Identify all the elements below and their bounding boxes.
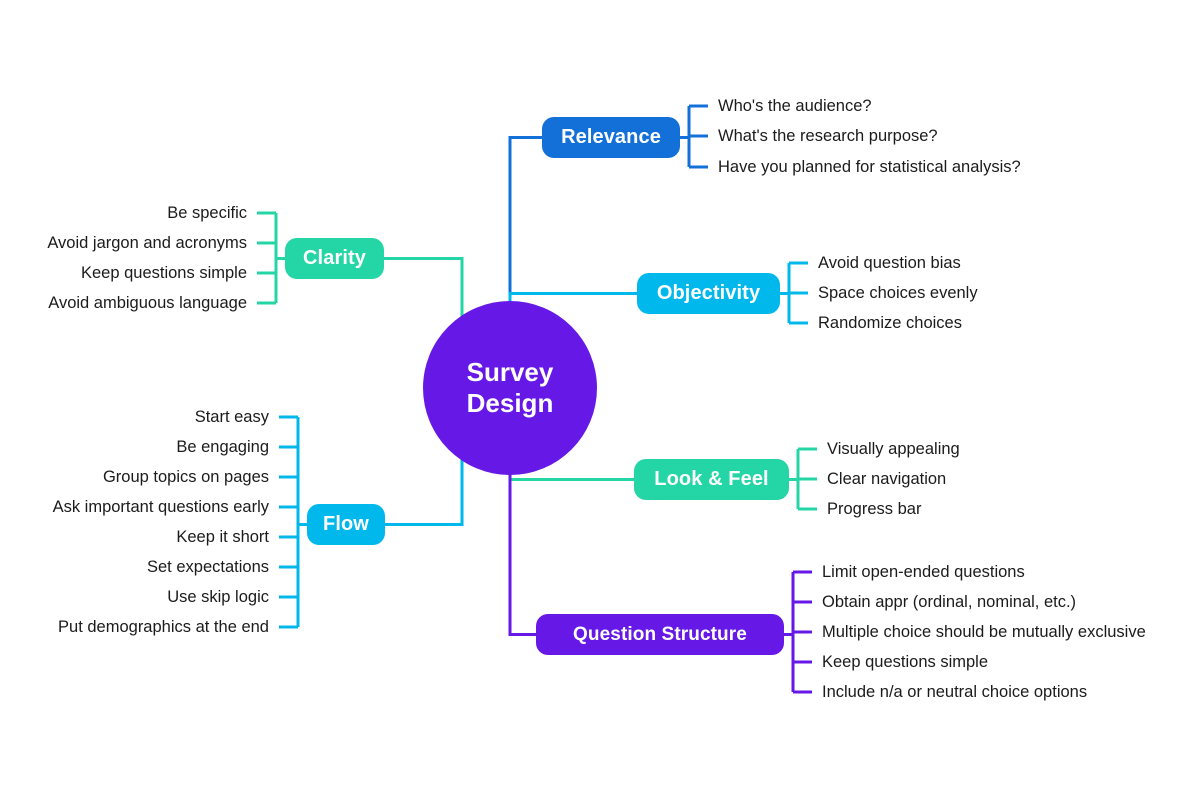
leaf-clarity-0: Be specific [167,204,247,222]
branch-node-relevance[interactable]: Relevance [542,117,680,158]
leaf-look-and-feel-0: Visually appealing [827,440,960,458]
branch-node-clarity[interactable]: Clarity [285,238,384,279]
leaf-objectivity-2: Randomize choices [818,314,962,332]
leaf-relevance-2: Have you planned for statistical analysi… [718,158,1021,176]
leaf-flow-3: Ask important questions early [52,498,269,516]
center-node-survey-design[interactable]: Survey Design [423,301,597,475]
connector-relevance [508,136,542,305]
branch-node-objectivity[interactable]: Objectivity [637,273,780,314]
leaf-look-and-feel-1: Clear navigation [827,470,947,488]
leaf-clarity-3: Avoid ambiguous language [48,294,247,312]
branch-node-look-and-feel[interactable]: Look & Feel [634,459,789,500]
leaf-clarity-2: Keep questions simple [80,264,247,282]
leaf-flow-0: Start easy [194,408,269,426]
center-node-line2: Design [466,388,554,418]
mindmap-canvas: Survey Design Relevance Objectivity Look &… [0,0,1200,800]
connector-question-structure [508,471,536,636]
center-node-line1: Survey [466,357,554,388]
leaf-objectivity-1: Space choices evenly [818,284,978,302]
branch-node-question-structure[interactable]: Question Structure [536,614,784,655]
leaf-relevance-1: What's the research purpose? [718,127,938,145]
leaf-look-and-feel-2: Progress bar [827,500,922,518]
leaf-flow-5: Set expectations [147,558,269,576]
leaf-flow-2: Group topics on pages [102,468,269,486]
leaf-flow-7: Put demographics at the end [58,618,269,636]
leaf-flow-4: Keep it short [176,528,269,546]
leaf-question-structure-4: Include n/a or neutral choice options [822,683,1088,701]
leaf-question-structure-1: Obtain appr (ordinal, nominal, etc.) [822,593,1077,611]
leaf-clarity-1: Avoid jargon and acronyms [47,234,247,252]
leaf-flow-1: Be engaging [176,438,269,456]
leaf-question-structure-2: Multiple choice should be mutually exclu… [822,623,1146,641]
leaf-flow-6: Use skip logic [167,588,269,606]
leaf-relevance-0: Who's the audience? [718,97,872,115]
leaf-question-structure-0: Limit open-ended questions [822,563,1025,581]
leaf-objectivity-0: Avoid question bias [818,254,961,272]
leaf-question-structure-3: Keep questions simple [822,653,989,671]
branch-node-flow[interactable]: Flow [307,504,385,545]
